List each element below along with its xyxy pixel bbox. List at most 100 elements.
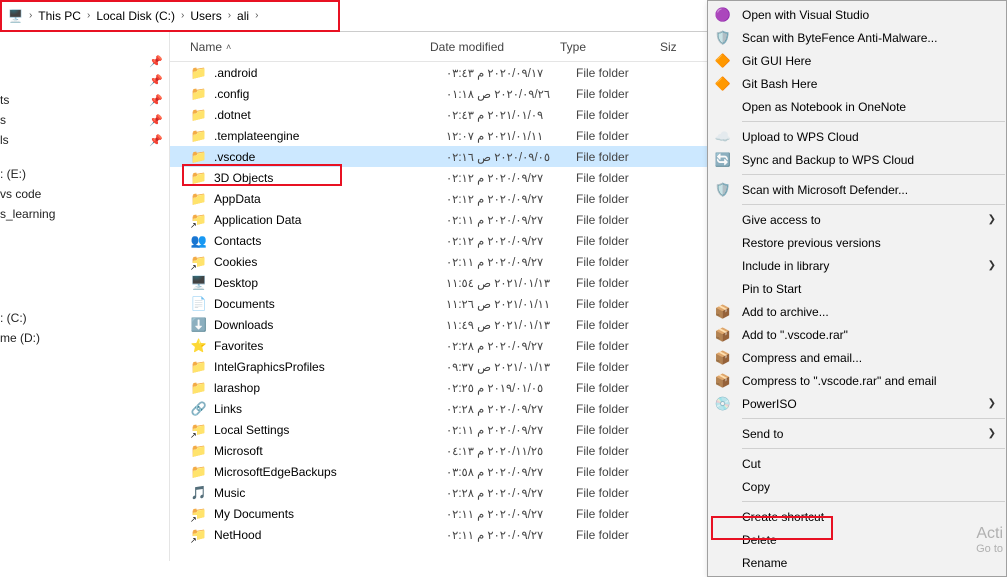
file-date: ٢٠٢٠/٠٩/٢٧ م ٠٢:١١: [446, 507, 576, 521]
file-type: File folder: [576, 66, 676, 80]
cloud-icon: ☁️: [714, 128, 732, 146]
col-name-header[interactable]: Name ˄: [170, 40, 430, 54]
menu-item[interactable]: 🔶Git Bash Here: [708, 72, 1006, 95]
file-name: Music: [214, 486, 446, 500]
menu-item-label: Pin to Start: [742, 282, 801, 296]
menu-item-label: Sync and Backup to WPS Cloud: [742, 153, 914, 167]
folder-icon: 📁: [190, 128, 208, 144]
file-date: ٢٠٢١/٠١/١٣ ص ١١:٥٤: [446, 276, 576, 290]
menu-item[interactable]: 🛡️Scan with Microsoft Defender...: [708, 178, 1006, 201]
blank-icon: [714, 425, 732, 443]
breadcrumb-icon: 🖥️: [8, 9, 23, 23]
sidebar[interactable]: 📌📌ts📌s📌ls📌: (E:)vs codes_learning: (C:)m…: [0, 32, 170, 561]
menu-item-label: Git Bash Here: [742, 77, 817, 91]
file-name: Cookies: [214, 255, 446, 269]
menu-item[interactable]: Pin to Start: [708, 277, 1006, 300]
breadcrumb-part[interactable]: ali: [237, 9, 249, 23]
col-type-header[interactable]: Type: [560, 40, 660, 54]
menu-item[interactable]: Restore previous versions: [708, 231, 1006, 254]
folder-icon: 📁: [190, 191, 208, 207]
menu-item-label: Restore previous versions: [742, 236, 881, 250]
chevron-right-icon[interactable]: ›: [29, 10, 32, 21]
menu-item[interactable]: 🔄Sync and Backup to WPS Cloud: [708, 148, 1006, 171]
menu-item[interactable]: 📦Add to ".vscode.rar": [708, 323, 1006, 346]
menu-item[interactable]: 💿PowerISO❯: [708, 392, 1006, 415]
file-type: File folder: [576, 87, 676, 101]
chevron-right-icon[interactable]: ›: [181, 10, 184, 21]
context-menu[interactable]: 🟣Open with Visual Studio🛡️Scan with Byte…: [707, 0, 1007, 577]
sidebar-item[interactable]: s📌: [0, 110, 169, 130]
file-date: ٢٠٢٠/٠٩/٢٧ م ٠٣:٥٨: [446, 465, 576, 479]
vs-icon: 🟣: [714, 6, 732, 24]
menu-item[interactable]: 🛡️Scan with ByteFence Anti-Malware...: [708, 26, 1006, 49]
links-icon: 🔗: [190, 401, 208, 417]
sidebar-item[interactable]: ts📌: [0, 90, 169, 110]
file-name: Downloads: [214, 318, 446, 332]
file-date: ٢٠٢٠/٠٩/٢٧ م ٠٢:١١: [446, 213, 576, 227]
menu-item[interactable]: 📦Add to archive...: [708, 300, 1006, 323]
breadcrumb-part[interactable]: This PC: [38, 9, 81, 23]
menu-separator: [742, 501, 1005, 502]
menu-item[interactable]: Delete: [708, 528, 1006, 551]
blank-icon: [714, 280, 732, 298]
folder-icon: 📁: [190, 380, 208, 396]
menu-item[interactable]: 📦Compress and email...: [708, 346, 1006, 369]
menu-item[interactable]: Cut: [708, 452, 1006, 475]
sidebar-item[interactable]: : (E:): [0, 164, 169, 184]
menu-item[interactable]: Send to❯: [708, 422, 1006, 445]
menu-item[interactable]: Rename: [708, 551, 1006, 574]
chevron-right-icon[interactable]: ›: [87, 10, 90, 21]
file-date: ٢٠٢١/٠١/١١ ص ١١:٢٦: [446, 297, 576, 311]
col-date-header[interactable]: Date modified: [430, 40, 560, 54]
submenu-arrow-icon: ❯: [988, 214, 996, 225]
file-name: My Documents: [214, 507, 446, 521]
breadcrumb[interactable]: 🖥️ › This PC › Local Disk (C:) › Users ›…: [4, 9, 266, 23]
file-name: .dotnet: [214, 108, 446, 122]
contacts-icon: 👥: [190, 233, 208, 249]
sidebar-item[interactable]: s_learning: [0, 204, 169, 224]
menu-item[interactable]: 📦Compress to ".vscode.rar" and email: [708, 369, 1006, 392]
sort-asc-icon: ˄: [226, 42, 231, 52]
file-name: larashop: [214, 381, 446, 395]
file-date: ٢٠٢٠/٠٩/٢٧ م ٠٢:١٢: [446, 192, 576, 206]
sidebar-item[interactable]: me (D:): [0, 328, 169, 348]
menu-item[interactable]: Include in library❯: [708, 254, 1006, 277]
file-date: ٢٠٢٠/٠٩/٢٧ م ٠٢:١١: [446, 423, 576, 437]
desktop-icon: 🖥️: [190, 275, 208, 291]
breadcrumb-part[interactable]: Users: [190, 9, 221, 23]
folder-icon: 📁: [190, 359, 208, 375]
menu-item[interactable]: 🟣Open with Visual Studio: [708, 3, 1006, 26]
file-date: ٢٠٢٠/٠٩/٠٥ ص ٠٢:١٦: [446, 150, 576, 164]
menu-item[interactable]: Copy: [708, 475, 1006, 498]
file-name: Microsoft: [214, 444, 446, 458]
file-type: File folder: [576, 402, 676, 416]
file-type: File folder: [576, 108, 676, 122]
menu-separator: [742, 448, 1005, 449]
blank-icon: [714, 554, 732, 572]
menu-item[interactable]: ☁️Upload to WPS Cloud: [708, 125, 1006, 148]
folder-icon: 📁: [190, 464, 208, 480]
file-type: File folder: [576, 486, 676, 500]
chevron-right-icon[interactable]: ›: [255, 10, 258, 21]
file-name: NetHood: [214, 528, 446, 542]
menu-item[interactable]: Open as Notebook in OneNote: [708, 95, 1006, 118]
menu-item[interactable]: Give access to ❯: [708, 208, 1006, 231]
sidebar-item[interactable]: : (C:): [0, 308, 169, 328]
sidebar-item[interactable]: 📌: [0, 52, 169, 71]
file-date: ٢٠٢٠/٠٩/٢٧ م ٠٢:١١: [446, 255, 576, 269]
menu-item[interactable]: 🔶Git GUI Here: [708, 49, 1006, 72]
blank-icon: [714, 234, 732, 252]
sidebar-item[interactable]: ls📌: [0, 130, 169, 150]
rar-icon: 📦: [714, 349, 732, 367]
breadcrumb-part[interactable]: Local Disk (C:): [96, 9, 175, 23]
sidebar-item[interactable]: 📌: [0, 71, 169, 90]
sidebar-item[interactable]: vs code: [0, 184, 169, 204]
menu-item-label: Give access to: [742, 213, 821, 227]
shortcut-icon: 📁↗: [190, 527, 208, 543]
menu-item-label: Send to: [742, 427, 783, 441]
shield-icon: 🛡️: [714, 181, 732, 199]
menu-separator: [742, 204, 1005, 205]
menu-item[interactable]: Create shortcut: [708, 505, 1006, 528]
chevron-right-icon[interactable]: ›: [228, 10, 231, 21]
file-date: ٢٠٢٠/٠٩/٢٧ م ٠٢:١٢: [446, 171, 576, 185]
